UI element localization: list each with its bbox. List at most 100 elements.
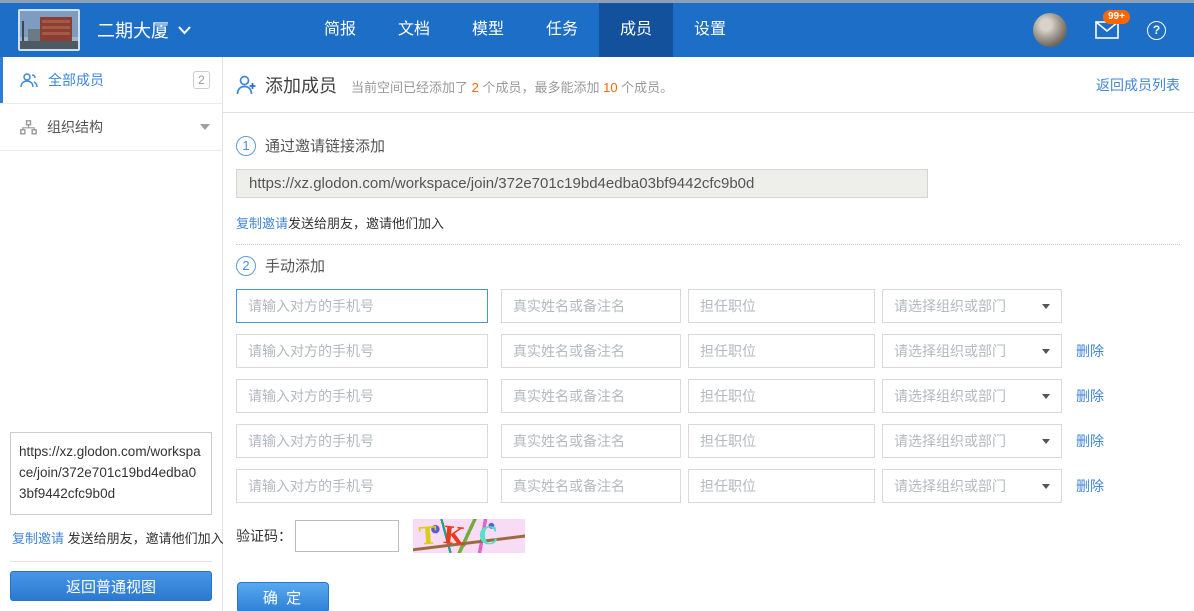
delete-row-link[interactable]: 删除 — [1076, 386, 1104, 406]
org-select[interactable]: 请选择组织或部门 — [882, 334, 1062, 368]
section-divider — [236, 244, 1180, 245]
org-tree-icon — [20, 120, 37, 135]
member-quota-text: 当前空间已经添加了 2 个成员，最多能添加 10 个成员。 — [351, 77, 673, 96]
sidebar-item-all-members[interactable]: 全部成员 2 — [0, 57, 222, 104]
name-input[interactable] — [501, 424, 681, 458]
name-input[interactable] — [501, 469, 681, 503]
current-member-count: 2 — [472, 80, 479, 95]
phone-input[interactable] — [236, 469, 488, 503]
chevron-down-icon — [178, 26, 191, 35]
tab-models[interactable]: 模型 — [451, 3, 525, 57]
org-select-placeholder: 请选择组织或部门 — [894, 431, 1006, 451]
phone-input[interactable] — [236, 424, 488, 458]
workspace-logo[interactable] — [18, 9, 80, 51]
tab-settings[interactable]: 设置 — [673, 3, 747, 57]
captcha-letter: K — [442, 519, 466, 553]
org-select[interactable]: 请选择组织或部门 — [882, 379, 1062, 413]
org-select-placeholder: 请选择组织或部门 — [894, 296, 1006, 316]
position-input[interactable] — [688, 334, 875, 368]
back-to-normal-view-button[interactable]: 返回普通视图 — [10, 571, 212, 601]
main-nav: 简报 文档 模型 任务 成员 设置 — [303, 3, 747, 57]
captcha-label: 验证码： — [236, 526, 292, 546]
name-input[interactable] — [501, 379, 681, 413]
invite-url-input[interactable] — [236, 169, 928, 198]
sidebar-item-label: 组织结构 — [47, 117, 103, 137]
step-2-badge: 2 — [236, 256, 256, 276]
section-title-text: 通过邀请链接添加 — [265, 135, 385, 156]
select-caret-icon — [1042, 484, 1050, 489]
help-icon: ? — [1153, 23, 1160, 37]
invite-url-text: https://xz.glodon.com/workspace/join/372… — [10, 432, 212, 515]
page-title: 添加成员 — [265, 72, 337, 98]
tab-documents[interactable]: 文档 — [377, 3, 451, 57]
captcha-letter: T — [418, 519, 438, 553]
position-input[interactable] — [688, 289, 875, 323]
phone-input[interactable] — [236, 379, 488, 413]
org-select[interactable]: 请选择组织或部门 — [882, 469, 1062, 503]
main-header: 添加成员 当前空间已经添加了 2 个成员，最多能添加 10 个成员。 返回成员列… — [223, 57, 1194, 113]
member-form-row: 请选择组织或部门 — [236, 289, 1180, 323]
phone-input[interactable] — [236, 289, 488, 323]
captcha-input[interactable] — [295, 520, 399, 552]
sidebar-copy-row: 复制邀请 发送给朋友，邀请他们加入 — [10, 515, 212, 562]
member-form-row: 请选择组织或部门 删除 — [236, 469, 1180, 503]
confirm-button[interactable]: 确 定 — [237, 582, 329, 611]
sidebar-item-org-structure[interactable]: 组织结构 — [0, 104, 222, 151]
building-photo — [20, 11, 78, 49]
quota-text-part: 个成员。 — [618, 80, 674, 95]
members-icon — [20, 73, 38, 88]
quota-text-part: 个成员，最多能添加 — [479, 80, 603, 95]
expand-caret-icon — [200, 124, 210, 130]
captcha-row: 验证码： T K C 1 — [236, 519, 1180, 553]
sidebar: 全部成员 2 组织结构 https://xz.glodon.com/worksp… — [0, 57, 223, 611]
select-caret-icon — [1042, 394, 1050, 399]
tab-briefing[interactable]: 简报 — [303, 3, 377, 57]
delete-row-link[interactable]: 删除 — [1076, 476, 1104, 496]
invite-link-section-title: 1 通过邀请链接添加 — [236, 135, 1180, 156]
copy-invite-link[interactable]: 复制邀请 — [12, 531, 64, 546]
workspace-name: 二期大厦 — [97, 17, 169, 43]
org-select[interactable]: 请选择组织或部门 — [882, 289, 1062, 323]
name-input[interactable] — [501, 289, 681, 323]
back-to-member-list-link[interactable]: 返回成员列表 — [1096, 75, 1180, 95]
messages-button[interactable]: 99+ — [1095, 21, 1119, 39]
workspace-switcher[interactable]: 二期大厦 — [97, 17, 191, 43]
member-form-row: 请选择组织或部门 删除 — [236, 379, 1180, 413]
top-navigation-bar: 二期大厦 简报 文档 模型 任务 成员 设置 99+ ? — [0, 3, 1194, 57]
quota-text-part: 当前空间已经添加了 — [351, 80, 472, 95]
sidebar-invite-panel: https://xz.glodon.com/workspace/join/372… — [0, 432, 222, 611]
tab-tasks[interactable]: 任务 — [525, 3, 599, 57]
captcha-letter: C — [478, 519, 499, 553]
member-form-row: 请选择组织或部门 删除 — [236, 334, 1180, 368]
captcha-image[interactable]: T K C 1 — [413, 519, 525, 553]
position-input[interactable] — [688, 379, 875, 413]
help-button[interactable]: ? — [1147, 21, 1166, 40]
org-select-placeholder: 请选择组织或部门 — [894, 386, 1006, 406]
tab-members[interactable]: 成员 — [599, 3, 673, 57]
step-1-badge: 1 — [236, 136, 256, 156]
org-select-placeholder: 请选择组织或部门 — [894, 476, 1006, 496]
select-caret-icon — [1042, 439, 1050, 444]
copy-invite-hint: 发送给朋友，邀请他们加入 — [64, 531, 224, 546]
add-member-icon — [236, 75, 257, 95]
org-select-placeholder: 请选择组织或部门 — [894, 341, 1006, 361]
sidebar-item-label: 全部成员 — [48, 70, 104, 90]
section-title-text: 手动添加 — [265, 255, 325, 276]
member-form-row: 请选择组织或部门 删除 — [236, 424, 1180, 458]
copy-invite-row: 复制邀请发送给朋友，邀请他们加入 — [236, 213, 1180, 232]
copy-invite-link[interactable]: 复制邀请 — [236, 216, 288, 231]
notification-badge: 99+ — [1103, 10, 1130, 24]
delete-row-link[interactable]: 删除 — [1076, 431, 1104, 451]
member-count-badge: 2 — [193, 71, 210, 89]
org-select[interactable]: 请选择组织或部门 — [882, 424, 1062, 458]
select-caret-icon — [1042, 349, 1050, 354]
delete-row-link[interactable]: 删除 — [1076, 341, 1104, 361]
manual-add-section-title: 2 手动添加 — [236, 255, 1180, 276]
captcha-letter: 1 — [424, 552, 443, 553]
position-input[interactable] — [688, 424, 875, 458]
user-avatar[interactable] — [1033, 13, 1067, 47]
name-input[interactable] — [501, 334, 681, 368]
app-window: 二期大厦 简报 文档 模型 任务 成员 设置 99+ ? — [0, 0, 1194, 611]
position-input[interactable] — [688, 469, 875, 503]
phone-input[interactable] — [236, 334, 488, 368]
